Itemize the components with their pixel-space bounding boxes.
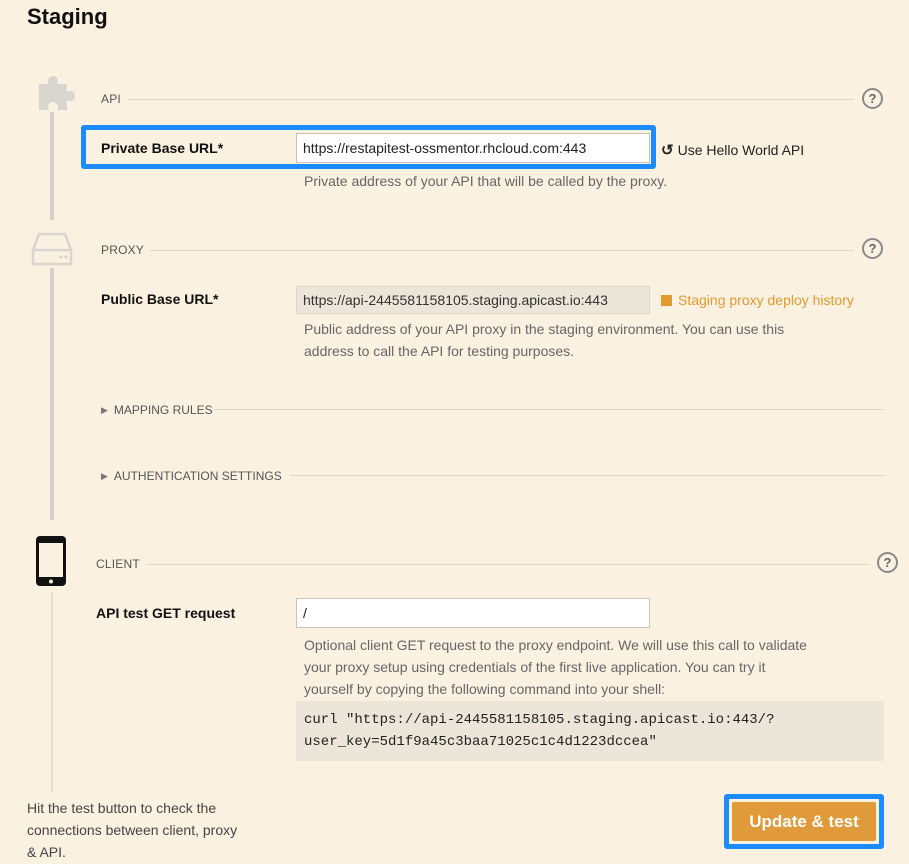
section-label-proxy: PROXY — [101, 243, 145, 257]
section-label-client: CLIENT — [96, 557, 140, 571]
caret-right-icon: ▶ — [101, 404, 108, 415]
divider-api — [128, 99, 854, 100]
private-base-url-hint: Private address of your API that will be… — [304, 173, 668, 189]
private-base-url-label: Private Base URL* — [101, 140, 224, 156]
api-test-get-input[interactable] — [296, 598, 650, 628]
api-test-get-label: API test GET request — [96, 605, 236, 621]
divider-auth — [290, 475, 884, 476]
help-icon[interactable]: ? — [862, 88, 883, 109]
public-base-url-label: Public Base URL* — [101, 291, 219, 307]
puzzle-icon — [39, 76, 75, 110]
section-label-api: API — [101, 92, 121, 106]
help-icon[interactable]: ? — [862, 238, 883, 259]
curl-line-1: curl "https://api-2445581158105.staging.… — [304, 712, 775, 728]
test-help-line-1: Hit the test button to check the — [27, 800, 217, 816]
divider-mapping — [214, 409, 884, 410]
test-help-line-2: connections between client, proxy — [27, 822, 238, 838]
private-base-url-input[interactable] — [296, 133, 650, 163]
use-hello-world-label: Use Hello World API — [677, 142, 805, 158]
curl-command: curl "https://api-2445581158105.staging.… — [296, 701, 884, 761]
divider-client — [147, 564, 869, 565]
api-test-get-hint-3: yourself by copying the following comman… — [304, 681, 666, 697]
update-and-test-button[interactable]: Update & test — [732, 802, 876, 841]
auth-settings-toggle[interactable]: ▶ AUTHENTICATION SETTINGS — [101, 469, 282, 483]
public-base-url-value: https://api-2445581158105.staging.apicas… — [296, 286, 650, 314]
auth-settings-label: AUTHENTICATION SETTINGS — [113, 469, 282, 483]
api-test-get-hint-1: Optional client GET request to the proxy… — [304, 637, 807, 653]
mapping-rules-label: MAPPING RULES — [113, 403, 213, 417]
phone-icon — [36, 536, 66, 586]
staging-deploy-history-link[interactable]: Staging proxy deploy history — [661, 292, 854, 308]
page-title: Staging — [27, 4, 108, 29]
public-base-url-hint-1: Public address of your API proxy in the … — [304, 321, 785, 337]
mapping-rules-toggle[interactable]: ▶ MAPPING RULES — [101, 403, 213, 417]
rail-proxy — [50, 268, 54, 520]
rail-client — [51, 592, 53, 792]
divider-proxy — [150, 250, 854, 251]
use-hello-world-link[interactable]: ↺ Use Hello World API — [661, 141, 804, 159]
public-base-url-hint-2: address to call the API for testing purp… — [304, 343, 575, 359]
api-test-get-hint-2: your proxy setup using credentials of th… — [304, 659, 766, 675]
help-icon[interactable]: ? — [877, 552, 898, 573]
staging-deploy-history-label: Staging proxy deploy history — [678, 292, 854, 308]
curl-line-2: user_key=5d1f9a45c3baa71025c1c4d1223dcce… — [304, 734, 657, 750]
history-icon — [661, 294, 672, 306]
refresh-icon: ↺ — [661, 142, 674, 159]
test-help-text: Hit the test button to check the connect… — [27, 797, 287, 863]
server-icon — [31, 232, 73, 266]
test-help-line-3: & API. — [27, 844, 66, 860]
caret-right-icon: ▶ — [101, 470, 108, 481]
rail-api — [50, 112, 54, 220]
